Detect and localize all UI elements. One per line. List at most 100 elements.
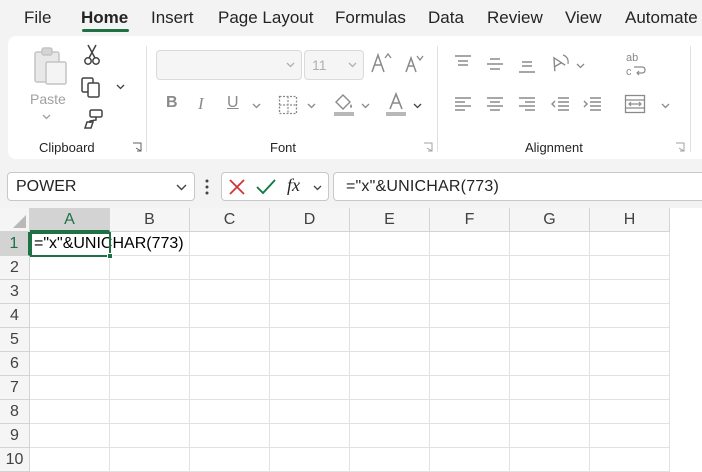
row-header-6[interactable]: 6 (0, 352, 30, 376)
cell-c6[interactable] (190, 352, 270, 376)
cell-b10[interactable] (110, 448, 190, 472)
cell-f9[interactable] (430, 424, 510, 448)
cell-a2[interactable] (30, 256, 110, 280)
cell-c1[interactable] (190, 232, 270, 256)
cell-g6[interactable] (510, 352, 590, 376)
row-header-4[interactable]: 4 (0, 304, 30, 328)
cancel-icon[interactable] (228, 178, 246, 196)
name-box[interactable]: POWER (7, 172, 195, 201)
cell-g8[interactable] (510, 400, 590, 424)
alignment-launcher-icon[interactable] (675, 142, 686, 153)
column-header-c[interactable]: C (190, 208, 270, 232)
borders-icon[interactable] (278, 95, 298, 115)
row-header-8[interactable]: 8 (0, 400, 30, 424)
bold-icon[interactable]: B (166, 94, 178, 112)
cell-d1[interactable] (270, 232, 350, 256)
cell-a4[interactable] (30, 304, 110, 328)
cell-h8[interactable] (590, 400, 670, 424)
cell-d3[interactable] (270, 280, 350, 304)
fill-color-dropdown-icon[interactable] (361, 103, 370, 109)
cell-d6[interactable] (270, 352, 350, 376)
cell-g9[interactable] (510, 424, 590, 448)
cell-a8[interactable] (30, 400, 110, 424)
cell-a10[interactable] (30, 448, 110, 472)
cell-g4[interactable] (510, 304, 590, 328)
cell-e9[interactable] (350, 424, 430, 448)
tab-file[interactable]: File (24, 8, 51, 28)
cell-a7[interactable] (30, 376, 110, 400)
cell-c7[interactable] (190, 376, 270, 400)
increase-indent-icon[interactable] (582, 96, 602, 112)
row-header-2[interactable]: 2 (0, 256, 30, 280)
borders-dropdown-icon[interactable] (307, 103, 316, 109)
row-header-9[interactable]: 9 (0, 424, 30, 448)
fx-dropdown-icon[interactable] (313, 185, 322, 191)
row-header-10[interactable]: 10 (0, 448, 30, 472)
select-all-button[interactable] (0, 208, 30, 232)
align-bottom-icon[interactable] (518, 58, 536, 74)
more-options-icon[interactable] (204, 178, 210, 196)
tab-home[interactable]: Home (81, 8, 128, 28)
cell-f2[interactable] (430, 256, 510, 280)
worksheet-grid[interactable]: A B C D E F G H 1 2 3 4 5 6 7 8 9 10 ="x"&UNICHAR(773) (0, 208, 702, 472)
paste-label[interactable]: Paste (30, 91, 66, 107)
row-header-5[interactable]: 5 (0, 328, 30, 352)
fill-handle[interactable] (107, 253, 113, 259)
cell-f6[interactable] (430, 352, 510, 376)
cell-d7[interactable] (270, 376, 350, 400)
column-header-d[interactable]: D (270, 208, 350, 232)
cell-e5[interactable] (350, 328, 430, 352)
decrease-font-icon[interactable] (404, 53, 424, 75)
cell-h5[interactable] (590, 328, 670, 352)
cell-a9[interactable] (30, 424, 110, 448)
tab-review[interactable]: Review (487, 8, 543, 28)
cell-f8[interactable] (430, 400, 510, 424)
clipboard-launcher-icon[interactable] (132, 142, 143, 153)
decrease-indent-icon[interactable] (550, 96, 570, 112)
copy-icon[interactable] (80, 76, 102, 98)
format-painter-icon[interactable] (82, 108, 104, 130)
cell-b8[interactable] (110, 400, 190, 424)
wrap-text-icon[interactable]: ab c (624, 50, 648, 78)
enter-icon[interactable] (255, 178, 277, 196)
copy-dropdown-icon[interactable] (116, 84, 125, 90)
underline-dropdown-icon[interactable] (252, 103, 261, 109)
cell-e6[interactable] (350, 352, 430, 376)
align-right-icon[interactable] (518, 96, 536, 112)
cell-e1[interactable] (350, 232, 430, 256)
cell-c4[interactable] (190, 304, 270, 328)
cell-d8[interactable] (270, 400, 350, 424)
cell-h9[interactable] (590, 424, 670, 448)
column-header-h[interactable]: H (590, 208, 670, 232)
cell-a3[interactable] (30, 280, 110, 304)
cell-c3[interactable] (190, 280, 270, 304)
cell-g3[interactable] (510, 280, 590, 304)
cell-h2[interactable] (590, 256, 670, 280)
italic-icon[interactable]: I (198, 94, 204, 114)
cell-b6[interactable] (110, 352, 190, 376)
cell-g10[interactable] (510, 448, 590, 472)
cell-e10[interactable] (350, 448, 430, 472)
cut-icon[interactable] (82, 44, 102, 66)
column-header-e[interactable]: E (350, 208, 430, 232)
font-name-combo[interactable] (156, 50, 302, 80)
row-header-1[interactable]: 1 (0, 232, 30, 256)
cell-f10[interactable] (430, 448, 510, 472)
cell-g1[interactable] (510, 232, 590, 256)
cell-d4[interactable] (270, 304, 350, 328)
column-header-a[interactable]: A (30, 208, 110, 232)
cell-e4[interactable] (350, 304, 430, 328)
merge-dropdown-icon[interactable] (661, 103, 670, 109)
cell-d2[interactable] (270, 256, 350, 280)
align-left-icon[interactable] (454, 96, 472, 112)
increase-font-icon[interactable] (370, 51, 392, 75)
cell-b5[interactable] (110, 328, 190, 352)
cell-d10[interactable] (270, 448, 350, 472)
font-size-dropdown-icon[interactable] (348, 62, 357, 68)
merge-icon[interactable] (624, 94, 646, 114)
font-launcher-icon[interactable] (423, 142, 434, 153)
align-middle-icon[interactable] (486, 56, 504, 72)
cell-b4[interactable] (110, 304, 190, 328)
cell-c5[interactable] (190, 328, 270, 352)
align-top-icon[interactable] (454, 54, 472, 70)
